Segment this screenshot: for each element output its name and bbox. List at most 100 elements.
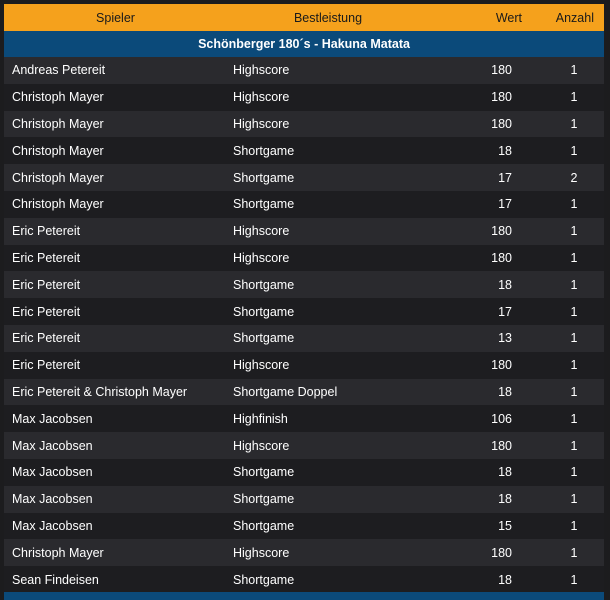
next-group-header (4, 592, 604, 600)
player-cell: Sean Findeisen (4, 566, 227, 593)
count-cell: 1 (544, 83, 604, 111)
performance-cell: Highscore (227, 244, 429, 272)
value-cell: 17 (429, 298, 544, 325)
value-cell: 18 (429, 137, 544, 165)
player-cell: Christoph Mayer (4, 539, 227, 567)
table-row: Christoph Mayer Shortgame 18 1 (4, 137, 604, 165)
performance-cell: Shortgame (227, 298, 429, 325)
table-row: Max Jacobsen Shortgame 18 1 (4, 485, 604, 513)
value-cell: 180 (429, 110, 544, 138)
column-header-player[interactable]: Spieler (4, 4, 227, 31)
player-cell: Eric Petereit & Christoph Mayer (4, 378, 227, 406)
performance-cell: Highscore (227, 351, 429, 379)
performance-cell: Shortgame (227, 164, 429, 191)
count-cell: 2 (544, 164, 604, 191)
performance-cell: Highscore (227, 432, 429, 459)
value-cell: 180 (429, 539, 544, 567)
value-cell: 18 (429, 271, 544, 299)
player-cell: Eric Petereit (4, 217, 227, 245)
table-row: Christoph Mayer Highscore 180 1 (4, 110, 604, 138)
table-row: Andreas Petereit Highscore 180 1 (4, 57, 604, 84)
count-cell: 1 (544, 432, 604, 459)
table-row: Max Jacobsen Highscore 180 1 (4, 432, 604, 459)
performance-cell: Shortgame (227, 458, 429, 486)
count-cell: 1 (544, 566, 604, 593)
column-header-performance[interactable]: Bestleistung (227, 4, 429, 31)
table-row: Christoph Mayer Shortgame 17 1 (4, 190, 604, 218)
performance-cell: Shortgame (227, 566, 429, 593)
player-cell: Max Jacobsen (4, 432, 227, 459)
table-header: Spieler Bestleistung Wert Anzahl (4, 4, 604, 31)
count-cell: 1 (544, 378, 604, 406)
value-cell: 180 (429, 57, 544, 84)
group-title: Schönberger 180´s - Hakuna Matata (4, 31, 604, 57)
performance-cell: Shortgame (227, 512, 429, 540)
player-cell: Max Jacobsen (4, 405, 227, 433)
value-cell: 18 (429, 378, 544, 406)
value-cell: 17 (429, 164, 544, 191)
value-cell: 18 (429, 566, 544, 593)
player-cell: Christoph Mayer (4, 137, 227, 165)
column-header-count[interactable]: Anzahl (544, 4, 604, 31)
scores-panel: Spieler Bestleistung Wert Anzahl Schönbe… (0, 0, 610, 600)
value-cell: 106 (429, 405, 544, 433)
table-row: Max Jacobsen Shortgame 15 1 (4, 512, 604, 540)
player-cell: Christoph Mayer (4, 83, 227, 111)
value-cell: 180 (429, 83, 544, 111)
table-row: Max Jacobsen Shortgame 18 1 (4, 458, 604, 486)
player-cell: Eric Petereit (4, 244, 227, 272)
table-row: Eric Petereit Shortgame 13 1 (4, 324, 604, 352)
count-cell: 1 (544, 485, 604, 513)
table-row: Christoph Mayer Shortgame 17 2 (4, 164, 604, 191)
performance-cell: Highfinish (227, 405, 429, 433)
count-cell: 1 (544, 298, 604, 325)
table-row: Eric Petereit & Christoph Mayer Shortgame… (4, 378, 604, 406)
performance-cell: Shortgame (227, 271, 429, 299)
value-cell: 180 (429, 351, 544, 379)
value-cell: 180 (429, 217, 544, 245)
performance-cell: Shortgame Doppel (227, 378, 429, 406)
table-row: Max Jacobsen Highfinish 106 1 (4, 405, 604, 433)
value-cell: 180 (429, 432, 544, 459)
count-cell: 1 (544, 405, 604, 433)
value-cell: 18 (429, 485, 544, 513)
count-cell: 1 (544, 217, 604, 245)
column-header-value[interactable]: Wert (429, 4, 544, 31)
value-cell: 18 (429, 458, 544, 486)
table-row: Christoph Mayer Highscore 180 1 (4, 539, 604, 567)
table-body: Schönberger 180´s - Hakuna Matata Andrea… (4, 31, 604, 593)
table-row: Eric Petereit Highscore 180 1 (4, 217, 604, 245)
performance-cell: Shortgame (227, 190, 429, 218)
table-row: Sean Findeisen Shortgame 18 1 (4, 566, 604, 593)
player-cell: Eric Petereit (4, 324, 227, 352)
count-cell: 1 (544, 324, 604, 352)
value-cell: 180 (429, 244, 544, 272)
value-cell: 15 (429, 512, 544, 540)
performance-cell: Highscore (227, 57, 429, 84)
performance-cell: Highscore (227, 83, 429, 111)
table-row: Eric Petereit Shortgame 18 1 (4, 271, 604, 299)
count-cell: 1 (544, 539, 604, 567)
count-cell: 1 (544, 190, 604, 218)
performance-cell: Shortgame (227, 324, 429, 352)
count-cell: 1 (544, 458, 604, 486)
count-cell: 1 (544, 137, 604, 165)
performance-cell: Highscore (227, 110, 429, 138)
player-cell: Eric Petereit (4, 271, 227, 299)
performance-cell: Highscore (227, 539, 429, 567)
table-row: Eric Petereit Highscore 180 1 (4, 351, 604, 379)
count-cell: 1 (544, 244, 604, 272)
player-cell: Max Jacobsen (4, 512, 227, 540)
count-cell: 1 (544, 57, 604, 84)
count-cell: 1 (544, 110, 604, 138)
value-cell: 17 (429, 190, 544, 218)
player-cell: Christoph Mayer (4, 164, 227, 191)
player-cell: Eric Petereit (4, 298, 227, 325)
performance-cell: Shortgame (227, 137, 429, 165)
count-cell: 1 (544, 351, 604, 379)
value-cell: 13 (429, 324, 544, 352)
performance-cell: Highscore (227, 217, 429, 245)
player-cell: Eric Petereit (4, 351, 227, 379)
performance-cell: Shortgame (227, 485, 429, 513)
table-row: Christoph Mayer Highscore 180 1 (4, 83, 604, 111)
